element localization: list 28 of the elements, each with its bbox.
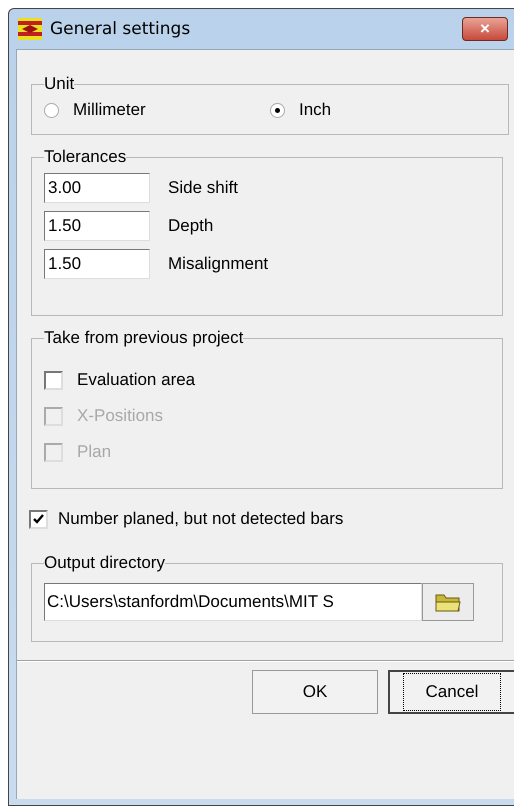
- radio-label: Inch: [299, 100, 332, 120]
- input-field[interactable]: 3.00: [44, 173, 150, 203]
- checkbox-label: X-Positions: [77, 406, 163, 426]
- group-title: Unit: [44, 74, 74, 94]
- app-icon: [18, 18, 42, 40]
- checkbox-label: Number planed, but not detected bars: [58, 509, 344, 529]
- dialog-button[interactable]: OK: [252, 670, 378, 714]
- browse-button[interactable]: [422, 583, 474, 621]
- radio-label: Millimeter: [73, 100, 146, 120]
- checkbox[interactable]: [44, 370, 63, 390]
- check-icon: [32, 512, 45, 526]
- input-field[interactable]: 1.50: [44, 249, 150, 279]
- field-label: Depth: [168, 216, 214, 236]
- field-label: Side shift: [168, 178, 238, 198]
- path-field[interactable]: C:\Users\stanfordm\Documents\MIT S: [44, 583, 422, 621]
- radio-button[interactable]: [270, 102, 285, 118]
- input-field[interactable]: 1.50: [44, 211, 150, 241]
- field-label: Misalignment: [168, 254, 268, 274]
- group-title: Take from previous project: [44, 328, 244, 348]
- checkbox[interactable]: [29, 510, 48, 528]
- folder-icon: [435, 592, 461, 612]
- radio-button[interactable]: [44, 102, 59, 118]
- group-title: Tolerances: [44, 147, 126, 167]
- checkbox-label: Plan: [77, 442, 112, 462]
- window-title: General settings: [50, 19, 190, 39]
- group-title: Output directory: [44, 553, 165, 573]
- checkbox-label: Evaluation area: [77, 370, 196, 390]
- dialog-button[interactable]: Cancel: [388, 670, 514, 714]
